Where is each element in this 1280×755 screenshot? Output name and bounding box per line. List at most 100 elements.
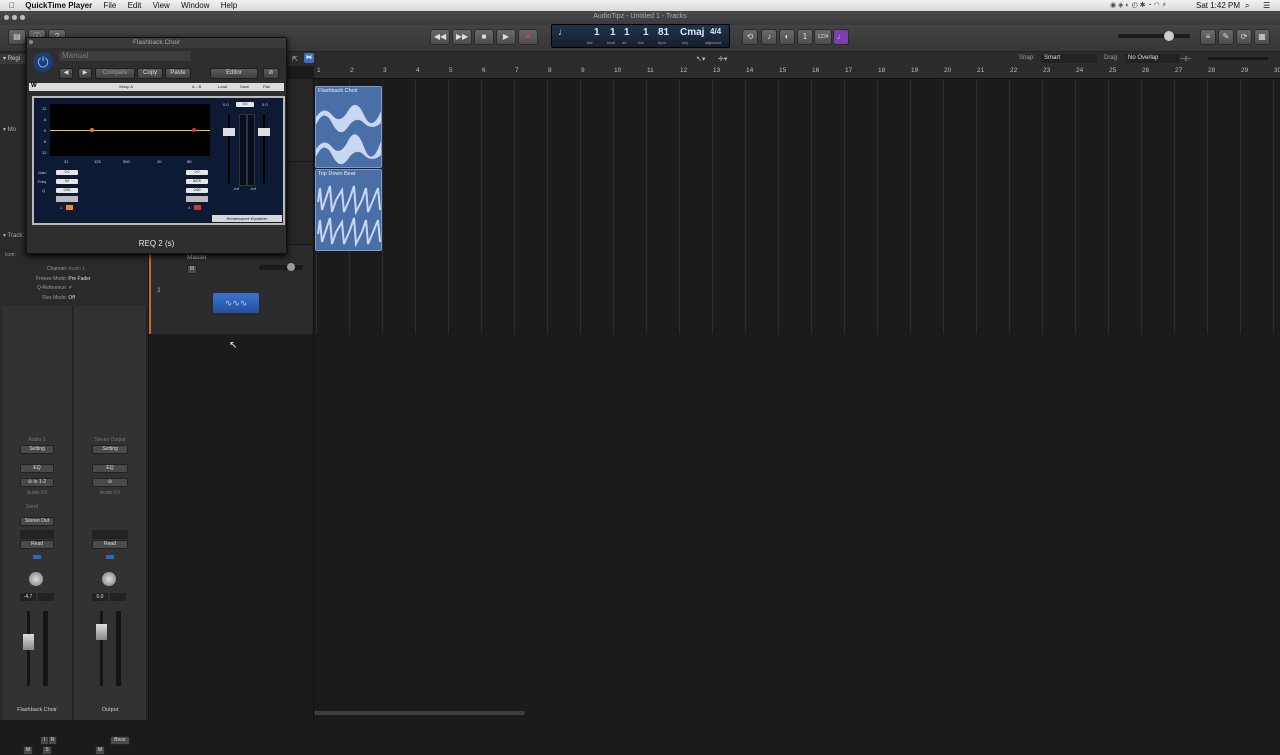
- secondary-tool-icon[interactable]: ✛▾: [718, 55, 727, 63]
- ruler-bar-24[interactable]: 24: [1076, 67, 1083, 74]
- master-volume-knob[interactable]: [1164, 31, 1174, 41]
- strip2-mute-button[interactable]: M: [95, 746, 105, 755]
- next-preset-button[interactable]: ▶: [78, 68, 92, 79]
- spotlight-icon[interactable]: ⌕: [1245, 0, 1249, 11]
- strip2-link-button[interactable]: ⊘: [92, 478, 128, 487]
- strip1-name[interactable]: Flashback Choir: [2, 707, 72, 713]
- ruler-bar-9[interactable]: 9: [581, 67, 585, 74]
- ruler-bar-18[interactable]: 18: [878, 67, 885, 74]
- app-name-menu[interactable]: QuickTime Player: [25, 0, 92, 11]
- band4-shape-icon[interactable]: [186, 196, 208, 202]
- notepad-button[interactable]: ✎: [1218, 29, 1234, 45]
- ruler-bar-15[interactable]: 15: [779, 67, 786, 74]
- catch-icon[interactable]: ⇱: [292, 55, 298, 63]
- strip1-input-button[interactable]: ⊘ In 1-2: [20, 478, 54, 487]
- ruler-bar-22[interactable]: 22: [1010, 67, 1017, 74]
- rewind-button[interactable]: ◀◀: [430, 29, 450, 45]
- fast-forward-button[interactable]: ▶▶: [452, 29, 472, 45]
- ruler-bar-7[interactable]: 7: [515, 67, 519, 74]
- tuner-button[interactable]: ♪: [761, 29, 777, 45]
- ruler-bar-3[interactable]: 3: [383, 67, 387, 74]
- ruler-bar-30[interactable]: 30: [1274, 67, 1280, 74]
- band4-enable-button[interactable]: [194, 205, 201, 210]
- apple-icon[interactable]: : [9, 0, 15, 11]
- band1-shape-icon[interactable]: [56, 196, 78, 202]
- waveform-zoom-icon[interactable]: ⊣⊢: [1180, 55, 1192, 63]
- bar-ruler[interactable]: 1 2 3 4 5 6 7 8 9 10 11 12 13 14 15 16 17 18 19 20 21 22 23 24 2…: [314, 66, 1280, 79]
- menu-file[interactable]: File: [103, 0, 116, 11]
- flex-icon[interactable]: ⧓: [304, 53, 314, 63]
- band1-freq-field[interactable]: 92: [56, 179, 78, 184]
- strip2-bounce-button[interactable]: Bnce: [110, 736, 130, 745]
- previous-preset-button[interactable]: ◀: [59, 68, 73, 79]
- eq-graph[interactable]: [50, 104, 210, 156]
- ruler-bar-16[interactable]: 16: [812, 67, 819, 74]
- copy-button[interactable]: Copy: [137, 68, 163, 79]
- lcd-display[interactable]: ♩ 1 1 1 1 81 Cmaj 4/4 bar beat div tick …: [551, 24, 730, 48]
- region-top-down-beat[interactable]: Top Down Beat: [315, 169, 382, 251]
- plugin-close-icon[interactable]: [29, 40, 33, 44]
- flex-mode-row[interactable]: Flex Mode: Off: [5, 295, 145, 301]
- master-mute-button[interactable]: M: [187, 265, 197, 274]
- strip1-record-enable-button[interactable]: R: [48, 736, 57, 745]
- strip1-solo-button[interactable]: S: [42, 746, 52, 755]
- preset-menu[interactable]: Manual: [59, 51, 191, 61]
- ruler-bar-13[interactable]: 13: [713, 67, 720, 74]
- flat-button[interactable]: Flat: [263, 83, 270, 91]
- ruler-bar-21[interactable]: 21: [977, 67, 984, 74]
- output-gain-fader-cap[interactable]: [223, 128, 235, 136]
- ruler-bar-11[interactable]: 11: [647, 67, 654, 74]
- strip2-eq-button[interactable]: EQ: [92, 464, 128, 473]
- master-volume-track-slider[interactable]: [259, 265, 303, 270]
- strip2-volume-readout[interactable]: 0.0: [92, 593, 108, 601]
- strip1-send[interactable]: Send: [2, 504, 62, 510]
- strip2-audio-fx[interactable]: Audio FX: [74, 490, 146, 496]
- strip2-setting-button[interactable]: Setting: [92, 445, 128, 454]
- output-trim-fader-cap[interactable]: [258, 128, 270, 136]
- menubar-clock[interactable]: Sat 1:42 PM: [1196, 0, 1240, 11]
- menu-help[interactable]: Help: [221, 0, 237, 11]
- ruler-bar-6[interactable]: 6: [482, 67, 486, 74]
- ruler-bar-8[interactable]: 8: [548, 67, 552, 74]
- ruler-bar-25[interactable]: 25: [1109, 67, 1116, 74]
- notification-icon[interactable]: ☰: [1263, 0, 1270, 11]
- power-icon[interactable]: ⏻: [33, 52, 53, 72]
- strip1-eq-button[interactable]: EQ: [20, 464, 54, 473]
- plugin-window[interactable]: Flashback Choir ⏻ Manual ◀ ▶ Compare Cop…: [26, 37, 287, 254]
- count-in-button[interactable]: 1: [797, 29, 813, 45]
- q-reference-row[interactable]: Q-Reference: ✓: [5, 285, 145, 291]
- link-icon[interactable]: ⊘: [263, 68, 279, 79]
- browsers-button[interactable]: ▦: [1254, 29, 1270, 45]
- band1-gain-field[interactable]: 0.0: [56, 170, 78, 175]
- ruler-bar-19[interactable]: 19: [911, 67, 918, 74]
- cpu-display[interactable]: 1234: [814, 29, 832, 45]
- strip2-automation-button[interactable]: Read: [92, 540, 128, 549]
- a-to-b-button[interactable]: A→B: [192, 83, 201, 91]
- metronome-button[interactable]: ♩: [833, 29, 849, 45]
- band4-gain-field[interactable]: 0.0: [186, 170, 208, 175]
- strip2-link-icon[interactable]: [106, 555, 114, 559]
- strip1-audio-fx[interactable]: Audio FX: [2, 490, 72, 496]
- freeze-mode-row[interactable]: Freeze Mode: Pre Fader: [5, 276, 145, 282]
- pointer-tool-icon[interactable]: ↖▾: [696, 55, 705, 63]
- ruler-bar-5[interactable]: 5: [449, 67, 453, 74]
- strip2-group-slot[interactable]: [92, 530, 128, 539]
- output-value-field[interactable]: 0.0: [236, 102, 254, 107]
- ruler-bar-26[interactable]: 26: [1142, 67, 1149, 74]
- strip2-fader-track[interactable]: [100, 611, 103, 686]
- save-button[interactable]: Save: [240, 83, 249, 91]
- menu-window[interactable]: Window: [181, 0, 209, 11]
- view-menu[interactable]: Editor: [210, 68, 258, 79]
- solo-mode-button[interactable]: ◐: [779, 29, 795, 45]
- channel-row[interactable]: Channel: Audio 1: [5, 266, 145, 272]
- eq-band4-handle[interactable]: [192, 128, 196, 132]
- strip1-output-button[interactable]: Stereo Out: [20, 517, 54, 526]
- output-trim-fader-track[interactable]: [263, 114, 265, 184]
- cycle-button[interactable]: ⟲: [742, 29, 758, 45]
- region-flashback-choir[interactable]: Flashback Choir: [315, 86, 382, 168]
- ruler-bar-10[interactable]: 10: [614, 67, 621, 74]
- menu-edit[interactable]: Edit: [128, 0, 142, 11]
- compare-button[interactable]: Compare: [95, 68, 135, 79]
- ruler-bar-27[interactable]: 27: [1175, 67, 1182, 74]
- loop-browser-button[interactable]: ⟳: [1236, 29, 1252, 45]
